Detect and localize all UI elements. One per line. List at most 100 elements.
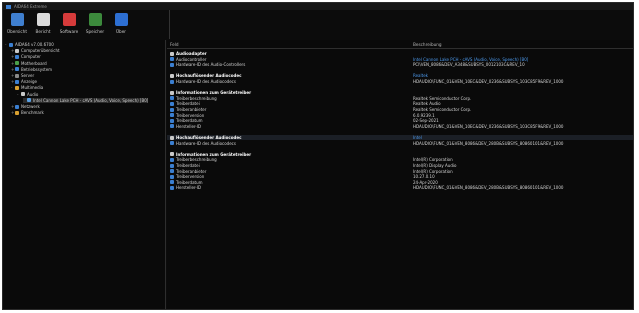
tree-node-icon (15, 85, 19, 90)
value-cell: Realtek Semiconductor Corp. (413, 107, 472, 112)
group-row[interactable]: Hochauflösender Audiocodec Realtek (167, 73, 633, 78)
navigation-tree[interactable]: - AIDA64 v7.00.6700 + Computerübersicht + Com… (3, 40, 166, 309)
field-cell: Treiberdatei (170, 101, 200, 106)
field-cell: Treiberanbieter (170, 107, 206, 112)
detail-row[interactable]: Treiberversion 6.0.9239.1 (167, 113, 633, 118)
tree-item[interactable]: + Benchmark (11, 110, 44, 115)
value-cell[interactable]: Intel (413, 135, 422, 140)
tree-node-icon (27, 98, 31, 103)
detail-row[interactable] (167, 146, 633, 151)
field-icon (170, 163, 174, 168)
tree-item-label: Multimedia (21, 85, 44, 91)
field-label: Treiberbeschreibung (176, 95, 217, 101)
details-list[interactable]: Feld Beschreibung Audioadapter Audiocontr… (167, 40, 633, 309)
group-icon (170, 73, 174, 78)
tree-item[interactable]: - Audio (17, 92, 38, 97)
title-bar: AIDA64 Extreme (3, 3, 633, 10)
field-icon (170, 169, 174, 174)
tree-item[interactable]: - AIDA64 v7.00.6700 (5, 42, 54, 47)
field-icon (170, 118, 174, 123)
field-cell: Informationen zum Gerätetreiber (170, 152, 251, 157)
detail-row[interactable]: Treiberdatei Intel(R) Display Audio (167, 163, 633, 168)
overview-button[interactable]: Übersicht (5, 10, 29, 38)
value-cell: Intel(R) Corporation (413, 157, 453, 163)
field-label: Hochauflösender Audiocodec (176, 73, 242, 79)
detail-row[interactable]: Hersteller-ID HDAUDIO\FUNC_01&VEN_8086&DE… (167, 185, 633, 190)
tree-item[interactable]: + Computerübersicht (11, 48, 60, 53)
field-icon (170, 157, 174, 162)
detail-row[interactable]: Hardware-ID des Audiocodecs HDAUDIO\FUNC_… (167, 79, 633, 84)
value-cell[interactable]: Realtek (413, 73, 428, 78)
field-label: Treiberdatei (176, 163, 200, 168)
tree-item-label: Motherboard (21, 60, 47, 66)
field-label: Informationen zum Gerätetreiber (176, 90, 252, 96)
value-cell[interactable]: Intel Cannon Lake PCH - cAVS (Audio, Voi… (413, 57, 528, 62)
about-button[interactable]: Über (109, 10, 133, 38)
tree-node-icon (15, 61, 19, 66)
field-icon (170, 57, 174, 62)
detail-row[interactable]: Treiberdatum 24-Apr-2020 (167, 180, 633, 185)
group-row[interactable]: Informationen zum Gerätetreiber (167, 90, 633, 95)
value-cell: Intel(R) Corporation (413, 168, 453, 174)
group-row[interactable]: Hochauflösender Audiocodec Intel (167, 135, 633, 140)
field-label: Audiocontroller (176, 56, 207, 62)
tree-item[interactable]: Intel Cannon Lake PCH - cAVS (Audio, Voi… (23, 97, 149, 103)
report-button[interactable]: Bericht (31, 10, 55, 38)
field-cell: Treiberdatei (170, 163, 200, 168)
tree-item[interactable]: + Server (11, 73, 34, 78)
tree-item[interactable]: + Motherboard (11, 61, 47, 66)
tree-item[interactable]: + Netzwerk (11, 104, 40, 109)
app-window: AIDA64 Extreme Übersicht Bericht Software S… (2, 2, 634, 310)
field-cell: Treiberanbieter (170, 169, 206, 174)
main-area: - AIDA64 v7.00.6700 + Computerübersicht + Com… (3, 40, 633, 309)
field-cell: Treiberbeschreibung (170, 157, 217, 162)
tree-item[interactable]: + Computer (11, 54, 41, 59)
group-row[interactable]: Informationen zum Gerätetreiber (167, 152, 633, 157)
field-label: Hardware-ID des Audiocodecs (176, 79, 236, 84)
detail-row[interactable]: Hardware-ID des Audiocodecs HDAUDIO\FUNC_… (167, 141, 633, 146)
field-label: Hersteller-ID (176, 123, 202, 129)
value-cell: HDAUDIO\FUNC_01&VEN_10EC&DEV_0236&SUBSYS… (413, 79, 564, 84)
detail-row[interactable] (167, 129, 633, 134)
field-icon (170, 107, 174, 112)
group-icon (170, 90, 174, 95)
field-label: Treiberdatum (176, 118, 203, 124)
detail-row[interactable]: Treiberdatei Realtek Audio (167, 101, 633, 106)
field-label: Audioadapter (176, 51, 207, 56)
tree-item[interactable]: + Anzeige (11, 79, 37, 84)
detail-row[interactable]: Treiberbeschreibung Intel(R) Corporation (167, 157, 633, 162)
group-row[interactable]: Audioadapter (167, 51, 633, 56)
field-icon (170, 101, 174, 106)
tree-node-icon (15, 110, 19, 115)
group-icon (170, 135, 174, 140)
field-label: Treiberbeschreibung (176, 157, 217, 163)
field-cell: Treiberdatum (170, 180, 203, 185)
toolbar-button-label: Über (115, 29, 127, 34)
tree-item[interactable]: + Betriebssystem (11, 67, 52, 72)
detail-row[interactable] (167, 85, 633, 90)
software-button[interactable]: Software (57, 10, 81, 38)
field-label: Informationen zum Gerätetreiber (176, 151, 252, 157)
detail-row[interactable]: Treiberanbieter Intel(R) Corporation (167, 169, 633, 174)
column-header-field[interactable]: Feld (170, 42, 179, 47)
detail-row[interactable]: Treiberbeschreibung Realtek Semiconductor… (167, 96, 633, 101)
field-cell: Treiberdatum (170, 118, 203, 123)
detail-row[interactable]: Treiberversion 10.27.0.10 (167, 174, 633, 179)
tree-item-label: AIDA64 v7.00.6700 (15, 42, 54, 47)
detail-row[interactable]: Treiberdatum 02-Sep-2021 (167, 118, 633, 123)
detail-row[interactable]: Hardware-ID des Audio-Controllers PCI\VEN… (167, 62, 633, 67)
field-cell: Hochauflösender Audiocodec (170, 73, 241, 78)
memory-button[interactable]: Speicher (83, 10, 107, 38)
field-cell: Audioadapter (170, 51, 207, 56)
field-cell: Treiberversion (170, 174, 204, 179)
tree-item[interactable]: - Multimedia (11, 85, 43, 90)
field-label: Hersteller-ID (176, 185, 202, 191)
toolbar: Übersicht Bericht Software Speicher Über (3, 10, 169, 39)
detail-row[interactable]: Hersteller-ID HDAUDIO\FUNC_01&VEN_10EC&DE… (167, 124, 633, 129)
column-header-value[interactable]: Beschreibung (413, 42, 442, 47)
detail-row[interactable]: Treiberanbieter Realtek Semiconductor Cor… (167, 107, 633, 112)
value-cell: HDAUDIO\FUNC_01&VEN_10EC&DEV_0236&SUBSYS… (413, 123, 564, 129)
detail-row[interactable] (167, 68, 633, 73)
field-label: Treiberdatei (176, 101, 200, 107)
detail-row[interactable]: Audiocontroller Intel Cannon Lake PCH - c… (167, 57, 633, 62)
